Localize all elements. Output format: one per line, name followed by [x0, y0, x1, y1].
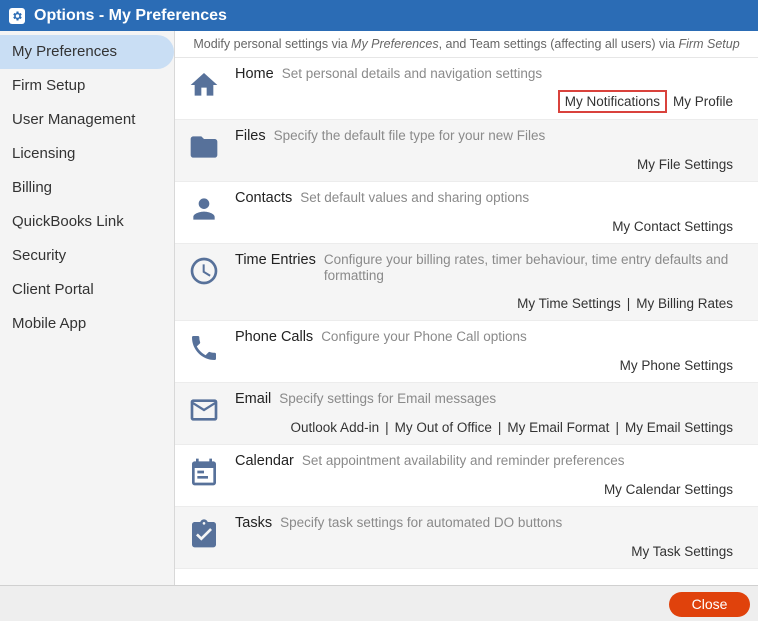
my-task-settings-link[interactable]: My Task Settings — [631, 544, 733, 559]
close-button[interactable]: Close — [669, 592, 750, 617]
intro-my-preferences: My Preferences — [351, 37, 439, 51]
my-billing-rates-link[interactable]: My Billing Rates — [636, 296, 733, 311]
section-description: Set appointment availability and reminde… — [301, 453, 625, 468]
sidebar-item-security[interactable]: Security — [0, 239, 174, 273]
section-title: Tasks — [235, 515, 273, 531]
section-contacts: Contacts Set default values and sharing … — [175, 182, 758, 244]
my-notifications-link[interactable]: My Notifications — [557, 90, 667, 113]
phone-icon — [187, 331, 221, 365]
my-out-of-office-link[interactable]: My Out of Office — [395, 420, 492, 435]
envelope-icon — [187, 393, 221, 427]
intro-prefix: Modify personal settings via — [193, 37, 352, 51]
home-icon — [187, 68, 221, 102]
section-description: Set default values and sharing options — [300, 190, 530, 205]
section-home: Home Set personal details and navigation… — [175, 58, 758, 120]
section-description: Specify task settings for automated DO b… — [280, 515, 563, 530]
sidebar-item-licensing[interactable]: Licensing — [0, 137, 174, 171]
section-title: Email — [235, 391, 272, 407]
my-email-settings-link[interactable]: My Email Settings — [625, 420, 733, 435]
intro-middle: , and Team settings (affecting all users… — [438, 37, 679, 51]
link-separator: | — [385, 420, 389, 435]
calendar-icon — [187, 455, 221, 489]
window-title: Options - My Preferences — [34, 6, 227, 24]
section-description: Configure your Phone Call options — [321, 329, 527, 344]
sidebar-item-my-preferences[interactable]: My Preferences — [0, 35, 174, 69]
section-title: Files — [235, 128, 266, 144]
sidebar-item-firm-setup[interactable]: Firm Setup — [0, 69, 174, 103]
sidebar-item-quickbooks-link[interactable]: QuickBooks Link — [0, 205, 174, 239]
sidebar-item-mobile-app[interactable]: Mobile App — [0, 307, 174, 341]
clipboard-check-icon — [187, 517, 221, 551]
section-title: Contacts — [235, 190, 293, 206]
intro-firm-setup: Firm Setup — [678, 37, 740, 51]
title-bar: Options - My Preferences — [0, 0, 758, 31]
person-icon — [187, 192, 221, 226]
clock-icon — [187, 254, 221, 288]
dialog-footer: Close — [0, 585, 758, 621]
section-tasks: Tasks Specify task settings for automate… — [175, 507, 758, 569]
section-description: Specify the default file type for your n… — [273, 128, 546, 143]
link-separator: | — [626, 296, 631, 311]
section-title: Phone Calls — [235, 329, 314, 345]
sidebar-nav: My Preferences Firm Setup User Managemen… — [0, 31, 175, 585]
sidebar-item-client-portal[interactable]: Client Portal — [0, 273, 174, 307]
sidebar-item-billing[interactable]: Billing — [0, 171, 174, 205]
link-separator: | — [497, 420, 502, 435]
section-calendar: Calendar Set appointment availability an… — [175, 445, 758, 507]
gear-icon — [9, 7, 25, 24]
folder-icon — [187, 130, 221, 164]
section-title: Calendar — [235, 453, 294, 469]
section-files: Files Specify the default file type for … — [175, 120, 758, 182]
my-email-format-link[interactable]: My Email Format — [507, 420, 609, 435]
section-title: Time Entries — [235, 252, 316, 268]
my-contact-settings-link[interactable]: My Contact Settings — [612, 219, 733, 234]
intro-text: Modify personal settings via My Preferen… — [175, 31, 758, 58]
section-phone-calls: Phone Calls Configure your Phone Call op… — [175, 321, 758, 383]
section-description: Specify settings for Email messages — [279, 391, 497, 406]
section-email: Email Specify settings for Email message… — [175, 383, 758, 445]
my-time-settings-link[interactable]: My Time Settings — [517, 296, 621, 311]
section-time-entries: Time Entries Configure your billing rate… — [175, 244, 758, 321]
sidebar-item-user-management[interactable]: User Management — [0, 103, 174, 137]
my-file-settings-link[interactable]: My File Settings — [637, 157, 733, 172]
section-description: Set personal details and navigation sett… — [281, 66, 543, 81]
my-profile-link[interactable]: My Profile — [673, 94, 733, 109]
section-title: Home — [235, 66, 274, 82]
link-separator: | — [615, 420, 619, 435]
my-calendar-settings-link[interactable]: My Calendar Settings — [604, 482, 733, 497]
preferences-panel: Modify personal settings via My Preferen… — [175, 31, 758, 585]
section-description: Configure your billing rates, timer beha… — [323, 252, 729, 283]
outlook-add-in-link[interactable]: Outlook Add-in — [291, 420, 380, 435]
my-phone-settings-link[interactable]: My Phone Settings — [620, 358, 733, 373]
